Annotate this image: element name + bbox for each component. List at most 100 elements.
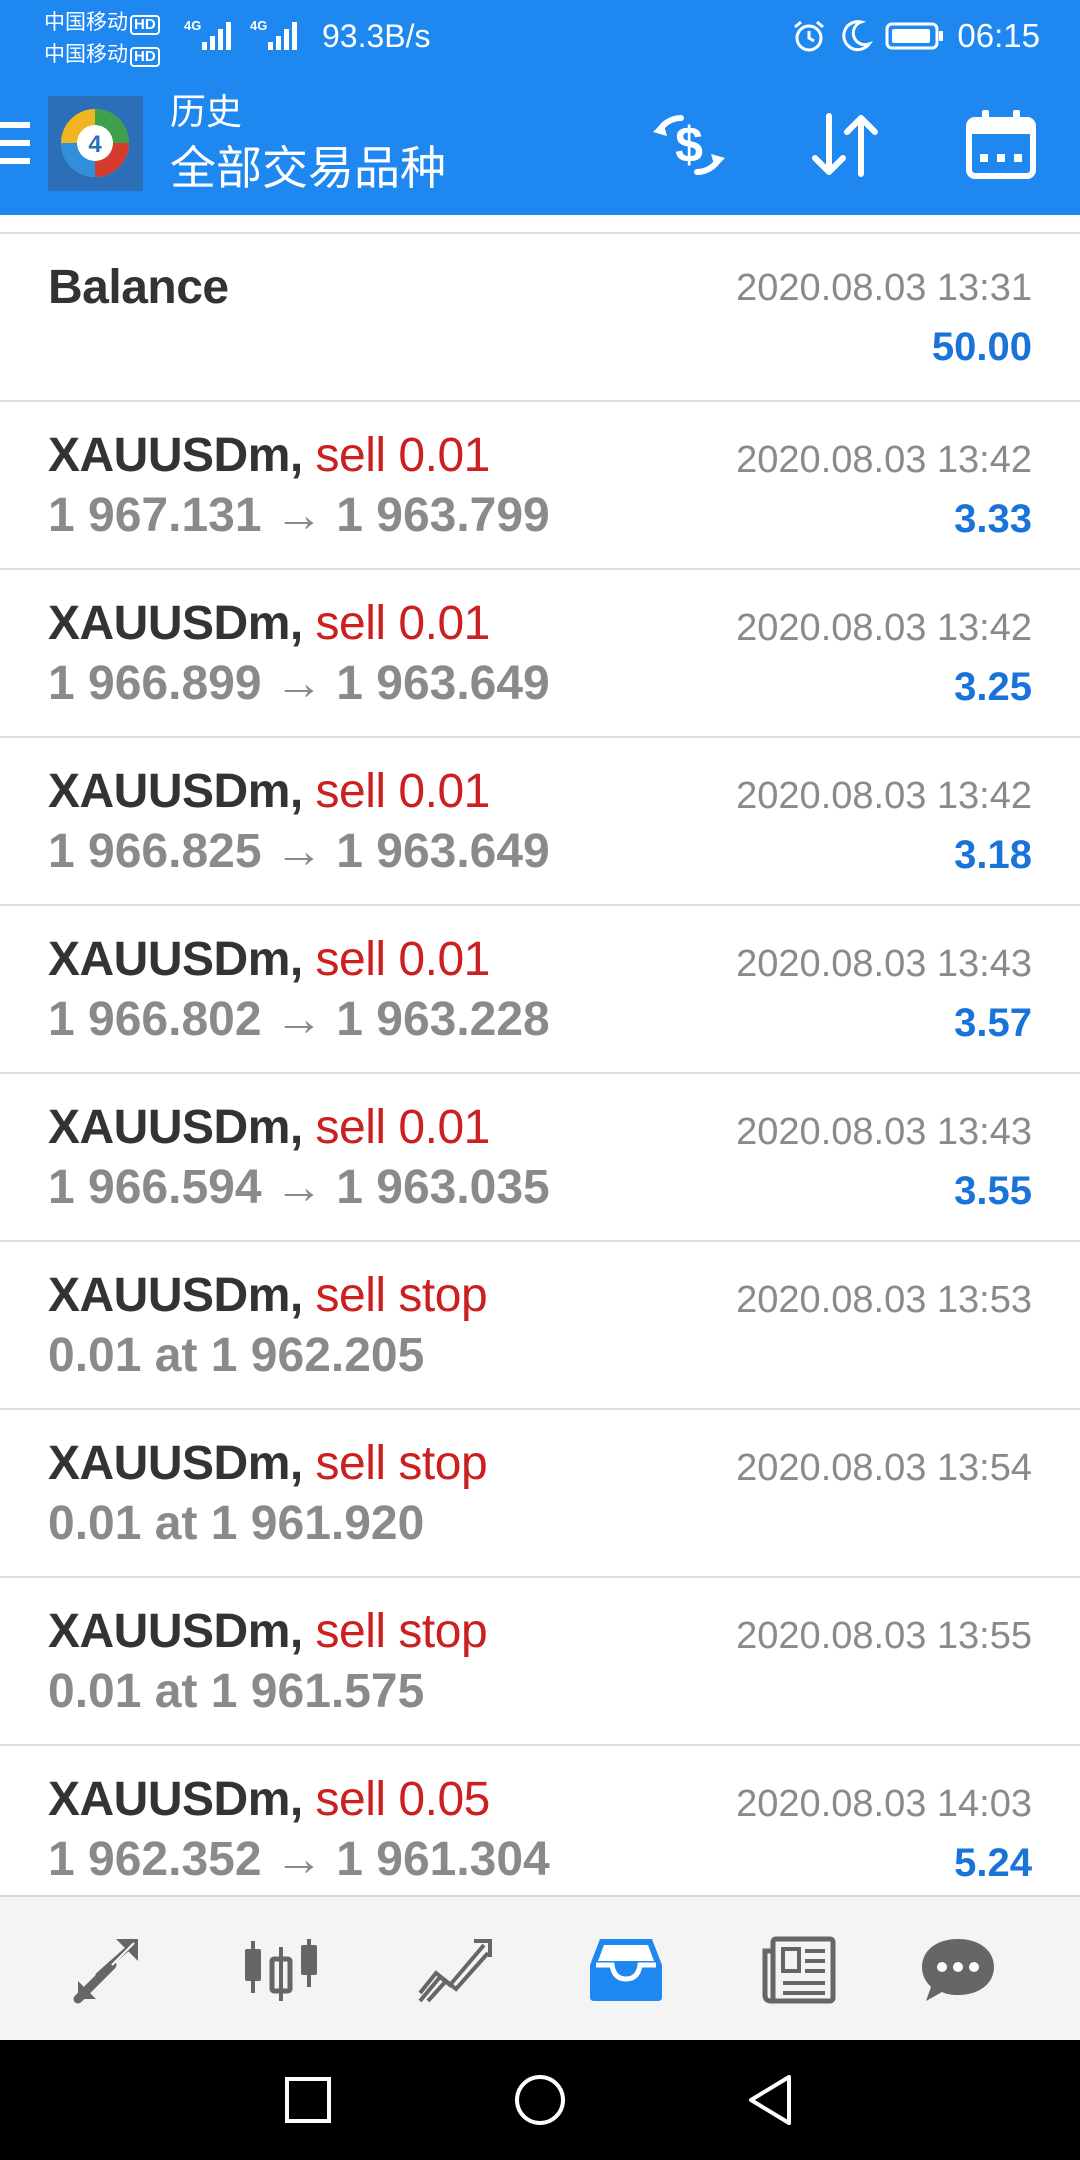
- calendar-icon: [966, 110, 1036, 179]
- row-symbol: XAUUSDm, sell 0.01: [48, 429, 491, 482]
- svg-text:$: $: [675, 117, 703, 173]
- net-speed: 93.3B/s: [322, 18, 431, 54]
- hd-badge-1: HD: [130, 15, 160, 35]
- row-symbol: XAUUSDm, sell 0.01: [48, 1101, 491, 1154]
- row-symbol: XAUUSDm, sell 0.01: [48, 765, 491, 818]
- carrier-1: 中国移动: [44, 11, 128, 34]
- tab-trade[interactable]: [409, 1925, 499, 2015]
- row-time: 2020.08.03 13:53: [736, 1279, 1032, 1321]
- sort-button[interactable]: [800, 100, 890, 190]
- row-profit: 50.00: [931, 325, 1032, 369]
- row-type: sell stop: [315, 1437, 488, 1490]
- row-detail: 1 967.131 → 1 963.799: [48, 489, 550, 542]
- row-symbol: XAUUSDm, sell 0.01: [48, 933, 491, 986]
- list-item[interactable]: XAUUSDm, sell stop 0.01 at 1 961.920 202…: [0, 1410, 1080, 1578]
- list-item[interactable]: Balance 2020.08.03 13:31 50.00: [0, 232, 1080, 402]
- row-time: 2020.08.03 13:55: [736, 1615, 1032, 1657]
- history-list[interactable]: Balance 2020.08.03 13:31 50.00 XAUUSDm, …: [0, 232, 1080, 1914]
- square-icon: [285, 2077, 331, 2123]
- row-symbol: Balance: [48, 261, 229, 314]
- status-bar: 中国移动 HD 中国移动 HD 4G 4G 93.3B/s 06:15: [0, 0, 1080, 78]
- row-type: sell stop: [315, 1269, 488, 1322]
- row-symbol: XAUUSDm, sell stop: [48, 1605, 488, 1658]
- carrier-info: 中国移动 HD 中国移动 HD: [44, 7, 160, 71]
- net-label-1: 4G: [184, 18, 201, 33]
- row-time: 2020.08.03 13:43: [736, 943, 1032, 985]
- row-detail: 1 966.899 → 1 963.649: [48, 657, 550, 710]
- list-item[interactable]: XAUUSDm, sell 0.05 1 962.352 → 1 961.304…: [0, 1746, 1080, 1914]
- row-profit: 3.25: [954, 665, 1032, 709]
- signal-bars-1-icon: [202, 22, 231, 50]
- tab-news[interactable]: [754, 1925, 844, 2015]
- messages-icon: [922, 1939, 994, 2001]
- row-detail: 0.01 at 1 962.205: [48, 1329, 425, 1382]
- list-item[interactable]: XAUUSDm, sell 0.01 1 966.802 → 1 963.228…: [0, 906, 1080, 1074]
- sort-icon: [812, 113, 878, 177]
- home-button[interactable]: [510, 2070, 570, 2130]
- quotes-icon: [73, 1939, 138, 2004]
- list-item[interactable]: XAUUSDm, sell 0.01 1 966.825 → 1 963.649…: [0, 738, 1080, 906]
- menu-icon[interactable]: [0, 122, 30, 168]
- clock: 06:15: [957, 17, 1040, 54]
- row-detail: 1 966.825 → 1 963.649: [48, 825, 550, 878]
- row-profit: 3.33: [954, 497, 1032, 541]
- row-time: 2020.08.03 14:03: [736, 1783, 1032, 1825]
- signal-icons: 4G 4G: [184, 16, 314, 61]
- signal-bars-2-icon: [268, 22, 297, 50]
- row-type: sell 0.01: [315, 933, 491, 986]
- screen: 中国移动 HD 中国移动 HD 4G 4G 93.3B/s 06:15 4 历史…: [0, 0, 1080, 2160]
- hd-badge-2: HD: [130, 47, 160, 67]
- metatrader-logo: 4: [48, 96, 143, 191]
- svg-text:4: 4: [88, 131, 102, 158]
- header-subtitle: 历史: [170, 91, 243, 132]
- row-profit: 5.24: [954, 1841, 1032, 1885]
- battery-icon: [885, 22, 944, 50]
- row-time: 2020.08.03 13:42: [736, 775, 1032, 817]
- top-bar: 中国移动 HD 中国移动 HD 4G 4G 93.3B/s 06:15 4 历史…: [0, 0, 1080, 215]
- chart-icon: [245, 1939, 317, 2001]
- tab-history[interactable]: [581, 1925, 671, 2015]
- header-title[interactable]: 全部交易品种: [170, 140, 446, 196]
- row-profit: 3.18: [954, 833, 1032, 877]
- row-detail: 1 966.802 → 1 963.228: [48, 993, 550, 1046]
- recent-apps-button[interactable]: [278, 2070, 338, 2130]
- list-item[interactable]: XAUUSDm, sell stop 0.01 at 1 962.205 202…: [0, 1242, 1080, 1410]
- list-item[interactable]: XAUUSDm, sell 0.01 1 966.594 → 1 963.035…: [0, 1074, 1080, 1242]
- tab-messages[interactable]: [913, 1925, 1003, 2015]
- net-label-2: 4G: [250, 18, 267, 33]
- list-item[interactable]: XAUUSDm, sell stop 0.01 at 1 961.575 202…: [0, 1578, 1080, 1746]
- currency-exchange-button[interactable]: $: [644, 100, 734, 190]
- row-time: 2020.08.03 13:31: [736, 267, 1032, 309]
- status-right: 06:15: [791, 16, 1040, 56]
- row-type: sell 0.01: [315, 429, 491, 482]
- trade-icon: [418, 1939, 492, 2003]
- tab-quotes[interactable]: [63, 1925, 153, 2015]
- row-symbol: XAUUSDm, sell 0.05: [48, 1773, 491, 1826]
- calendar-button[interactable]: [956, 100, 1046, 190]
- row-type: sell stop: [315, 1605, 488, 1658]
- row-detail: 0.01 at 1 961.575: [48, 1665, 425, 1718]
- triangle-back-icon: [749, 2075, 791, 2125]
- row-symbol: XAUUSDm, sell 0.01: [48, 597, 491, 650]
- news-icon: [762, 1936, 836, 2004]
- carrier-2: 中国移动: [44, 43, 128, 66]
- row-type: sell 0.01: [315, 765, 491, 818]
- row-time: 2020.08.03 13:42: [736, 607, 1032, 649]
- row-detail: 1 966.594 → 1 963.035: [48, 1161, 550, 1214]
- row-symbol: XAUUSDm, sell stop: [48, 1437, 488, 1490]
- bottom-tab-bar: [0, 1895, 1080, 2042]
- app-header: 4 历史 全部交易品种 $: [0, 78, 1080, 215]
- list-item[interactable]: XAUUSDm, sell 0.01 1 966.899 → 1 963.649…: [0, 570, 1080, 738]
- row-time: 2020.08.03 13:43: [736, 1111, 1032, 1153]
- list-item[interactable]: XAUUSDm, sell 0.01 1 967.131 → 1 963.799…: [0, 402, 1080, 570]
- row-type: sell 0.01: [315, 1101, 491, 1154]
- row-symbol: XAUUSDm, sell stop: [48, 1269, 488, 1322]
- row-type: sell 0.01: [315, 597, 491, 650]
- system-nav-bar: [0, 2040, 1080, 2160]
- tab-chart[interactable]: [236, 1925, 326, 2015]
- row-type: sell 0.05: [315, 1773, 491, 1826]
- back-button[interactable]: [740, 2070, 800, 2130]
- row-profit: 3.57: [954, 1001, 1032, 1045]
- row-time: 2020.08.03 13:54: [736, 1447, 1032, 1489]
- row-profit: 3.55: [954, 1169, 1032, 1213]
